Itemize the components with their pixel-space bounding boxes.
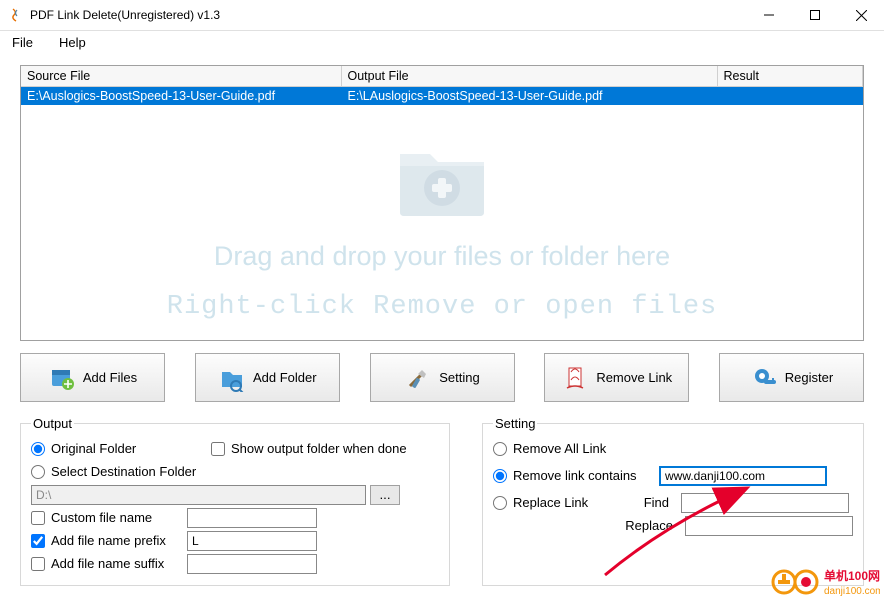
menubar: File Help <box>0 31 884 53</box>
menu-file[interactable]: File <box>6 33 39 52</box>
close-button[interactable] <box>838 0 884 30</box>
button-row: Add Files Add Folder Setting Remove Link… <box>20 353 864 402</box>
add-folder-button[interactable]: Add Folder <box>195 353 340 402</box>
dropzone-text-2: Right-click Remove or open files <box>167 287 717 328</box>
content: Source File Output File Result E:\Auslog… <box>0 53 884 594</box>
minimize-button[interactable] <box>746 0 792 30</box>
browse-button[interactable]: ... <box>370 485 400 505</box>
remove-contains-label: Remove link contains <box>513 468 653 483</box>
suffix-checkbox[interactable] <box>31 557 45 571</box>
remove-link-label: Remove Link <box>596 370 672 385</box>
window-buttons <box>746 0 884 30</box>
file-grid[interactable]: Source File Output File Result E:\Auslog… <box>20 65 864 341</box>
setting-icon <box>404 364 432 392</box>
remove-contains-radio[interactable] <box>493 469 507 483</box>
setting-fieldset: Setting Remove All Link Remove link cont… <box>482 416 864 586</box>
original-folder-radio[interactable] <box>31 442 45 456</box>
prefix-input[interactable] <box>187 531 317 551</box>
remove-link-icon <box>561 364 589 392</box>
show-folder-when-done-label: Show output folder when done <box>231 441 407 456</box>
find-input[interactable] <box>681 493 849 513</box>
prefix-label: Add file name prefix <box>51 533 181 548</box>
cell-source[interactable]: E:\Auslogics-BoostSpeed-13-User-Guide.pd… <box>21 86 341 105</box>
remove-all-radio[interactable] <box>493 442 507 456</box>
dropzone-text-1: Drag and drop your files or folder here <box>214 236 670 277</box>
cell-output[interactable]: E:\LAuslogics-BoostSpeed-13-User-Guide.p… <box>341 86 717 105</box>
replace-label: Replace <box>617 518 673 533</box>
custom-name-label: Custom file name <box>51 510 181 525</box>
add-folder-icon <box>218 364 246 392</box>
col-result[interactable]: Result <box>717 66 863 86</box>
window-title: PDF Link Delete(Unregistered) v1.3 <box>30 8 746 22</box>
register-icon <box>750 364 778 392</box>
add-files-icon <box>48 364 76 392</box>
select-dest-label: Select Destination Folder <box>51 464 196 479</box>
show-folder-when-done-checkbox[interactable] <box>211 442 225 456</box>
original-folder-label: Original Folder <box>51 441 136 456</box>
replace-link-label: Replace Link <box>513 495 613 510</box>
bottom-row: Output Original Folder Select Destinatio… <box>20 416 864 586</box>
setting-legend: Setting <box>493 416 537 431</box>
custom-name-checkbox[interactable] <box>31 511 45 525</box>
col-output[interactable]: Output File <box>341 66 717 86</box>
setting-button-label: Setting <box>439 370 479 385</box>
dest-path-input <box>31 485 366 505</box>
remove-link-button[interactable]: Remove Link <box>544 353 689 402</box>
find-label: Find <box>619 495 669 510</box>
select-dest-radio[interactable] <box>31 465 45 479</box>
cell-result[interactable] <box>717 86 863 105</box>
java-icon <box>8 7 24 23</box>
dropzone: Drag and drop your files or folder here … <box>21 108 863 340</box>
remove-contains-input[interactable] <box>659 466 827 486</box>
register-button[interactable]: Register <box>719 353 864 402</box>
output-fieldset: Output Original Folder Select Destinatio… <box>20 416 450 586</box>
setting-button[interactable]: Setting <box>370 353 515 402</box>
add-folder-label: Add Folder <box>253 370 317 385</box>
output-legend: Output <box>31 416 74 431</box>
titlebar: PDF Link Delete(Unregistered) v1.3 <box>0 0 884 31</box>
add-files-label: Add Files <box>83 370 137 385</box>
replace-link-radio[interactable] <box>493 496 507 510</box>
replace-input[interactable] <box>685 516 853 536</box>
maximize-button[interactable] <box>792 0 838 30</box>
prefix-checkbox[interactable] <box>31 534 45 548</box>
menu-help[interactable]: Help <box>53 33 92 52</box>
suffix-input[interactable] <box>187 554 317 574</box>
table-row[interactable]: E:\Auslogics-BoostSpeed-13-User-Guide.pd… <box>21 86 863 105</box>
register-label: Register <box>785 370 833 385</box>
folder-plus-icon <box>382 126 502 226</box>
col-source[interactable]: Source File <box>21 66 341 86</box>
custom-name-input[interactable] <box>187 508 317 528</box>
add-files-button[interactable]: Add Files <box>20 353 165 402</box>
remove-all-label: Remove All Link <box>513 441 606 456</box>
suffix-label: Add file name suffix <box>51 556 181 571</box>
